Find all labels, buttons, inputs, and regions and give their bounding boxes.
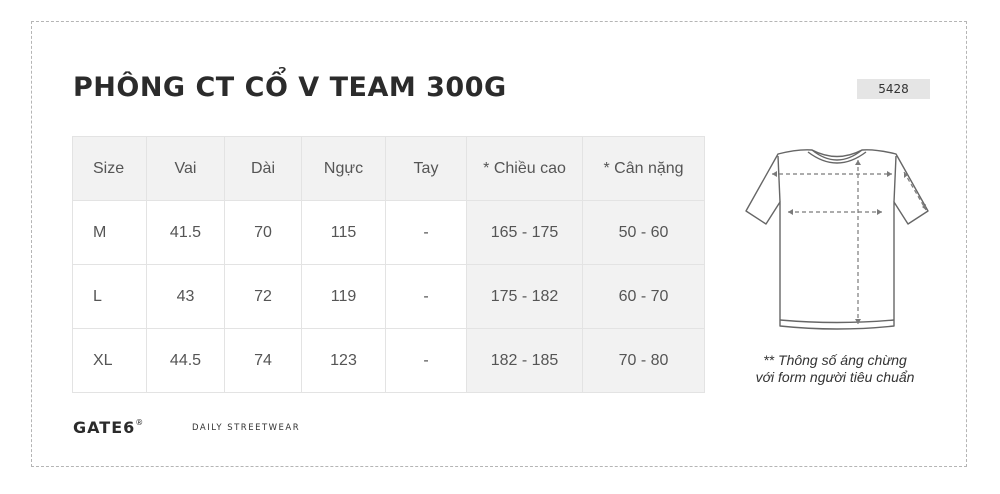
measurement-note: ** Thông số áng chừng với form người tiê… bbox=[740, 352, 930, 386]
table-cell: - bbox=[385, 328, 467, 393]
table-cell: 50 - 60 bbox=[582, 200, 705, 265]
table-cell: 60 - 70 bbox=[582, 264, 705, 329]
table-cell: 70 - 80 bbox=[582, 328, 705, 393]
note-line: ** Thông số áng chừng bbox=[763, 352, 907, 368]
table-cell: 165 - 175 bbox=[466, 200, 583, 265]
product-title: PHÔNG CT CỔ V TEAM 300G bbox=[73, 72, 507, 103]
table-cell: 44.5 bbox=[146, 328, 225, 393]
table-cell: - bbox=[385, 200, 467, 265]
table-cell: 43 bbox=[146, 264, 225, 329]
product-code-badge: 5428 bbox=[857, 79, 930, 99]
table-row: XL 44.5 74 123 - 182 - 185 70 - 80 bbox=[72, 328, 705, 393]
table-cell: - bbox=[385, 264, 467, 329]
header-cell: Dài bbox=[224, 136, 302, 201]
header-cell: Ngực bbox=[301, 136, 386, 201]
table-cell: 72 bbox=[224, 264, 302, 329]
tshirt-measurement-icon bbox=[742, 148, 932, 338]
table-cell: 123 bbox=[301, 328, 386, 393]
size-cell: XL bbox=[72, 328, 147, 393]
note-line: với form người tiêu chuẩn bbox=[755, 369, 915, 385]
table-cell: 182 - 185 bbox=[466, 328, 583, 393]
header-cell: Size bbox=[72, 136, 147, 201]
table-cell: 175 - 182 bbox=[466, 264, 583, 329]
table-cell: 41.5 bbox=[146, 200, 225, 265]
brand-tagline: DAILY STREETWEAR bbox=[192, 423, 301, 433]
size-cell: L bbox=[72, 264, 147, 329]
header-cell: Tay bbox=[385, 136, 467, 201]
header-cell: * Cân nặng bbox=[582, 136, 705, 201]
brand-name: GATE6 bbox=[73, 418, 136, 437]
registered-mark: ® bbox=[135, 418, 145, 427]
table-row: M 41.5 70 115 - 165 - 175 50 - 60 bbox=[72, 200, 705, 265]
table-header-row: Size Vai Dài Ngực Tay * Chiều cao * Cân … bbox=[72, 136, 705, 201]
size-chart-table: Size Vai Dài Ngực Tay * Chiều cao * Cân … bbox=[72, 136, 705, 393]
brand-logo: GATE6® bbox=[73, 418, 144, 437]
table-cell: 115 bbox=[301, 200, 386, 265]
table-cell: 74 bbox=[224, 328, 302, 393]
size-cell: M bbox=[72, 200, 147, 265]
table-cell: 70 bbox=[224, 200, 302, 265]
header-cell: Vai bbox=[146, 136, 225, 201]
table-row: L 43 72 119 - 175 - 182 60 - 70 bbox=[72, 264, 705, 329]
header-cell: * Chiều cao bbox=[466, 136, 583, 201]
table-cell: 119 bbox=[301, 264, 386, 329]
